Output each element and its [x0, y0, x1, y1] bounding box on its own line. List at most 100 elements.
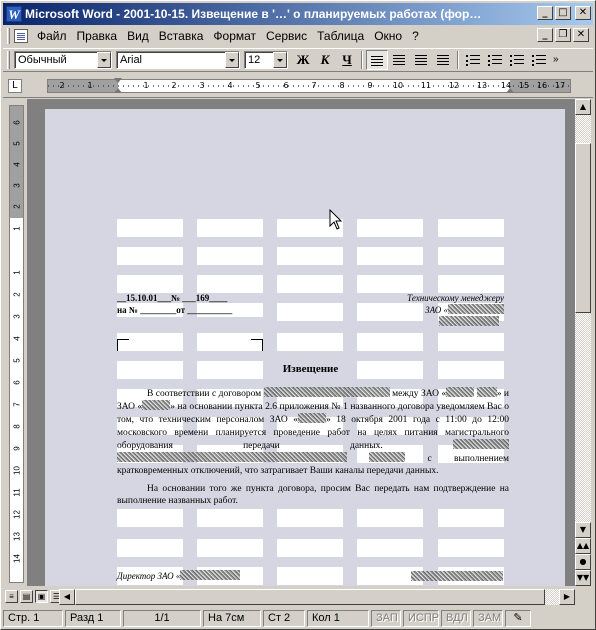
underline-button[interactable]: Ч [336, 50, 358, 70]
menu-help[interactable]: ? [407, 27, 424, 45]
status-column[interactable]: Кол 1 [307, 609, 369, 627]
vruler-tick: 12 [12, 510, 22, 519]
chevron-down-icon[interactable] [273, 52, 287, 68]
menu-file[interactable]: Файл [32, 27, 72, 45]
numbering-button[interactable] [462, 50, 484, 70]
web-layout-button[interactable]: ▤ [20, 590, 33, 603]
menu-edit[interactable]: Правка [72, 27, 123, 45]
document-area[interactable]: __15.10.01___№ ___169____ на № ________о… [27, 99, 575, 586]
scroll-left-button[interactable]: ◀ [59, 589, 75, 605]
status-extend-selection[interactable]: ВДЛ [441, 609, 471, 627]
first-line-indent-marker[interactable] [114, 78, 122, 83]
toolbar-overflow-icon[interactable]: » [550, 50, 562, 70]
print-layout-button[interactable]: ▣ [35, 590, 48, 603]
vertical-scrollbar[interactable]: ▲ ▼ ▲▲ ● ▼▼ [575, 99, 591, 586]
align-left-button[interactable] [366, 50, 388, 70]
ruler-tick: 17 [554, 81, 566, 90]
bullets-button[interactable] [484, 50, 506, 70]
redacted-recipient-name [439, 316, 499, 326]
status-page[interactable]: Стр. 1 [3, 609, 63, 627]
spelling-status-icon[interactable]: ✎ [505, 609, 531, 627]
decrease-indent-icon [510, 54, 524, 66]
status-track-changes[interactable]: ИСПР [403, 609, 439, 627]
ruler-tick: 1 [143, 81, 149, 90]
status-pages[interactable]: 1/1 [123, 609, 201, 627]
form-cell [117, 247, 183, 265]
form-cell [438, 333, 504, 351]
style-select[interactable]: Обычный [14, 51, 112, 69]
redacted-company-name [298, 413, 326, 424]
tab-selector[interactable]: L [8, 79, 22, 93]
form-cell [357, 539, 423, 557]
chevron-down-icon[interactable] [97, 52, 111, 68]
ruler-tick: 8 [339, 81, 345, 90]
increase-indent-button[interactable] [528, 50, 550, 70]
scroll-right-button[interactable]: ▶ [559, 589, 575, 605]
menubar-grip[interactable] [7, 28, 10, 44]
ruler-tick: 11 [420, 81, 432, 90]
status-record-macro[interactable]: ЗАП [371, 609, 401, 627]
status-position[interactable]: На 7см [203, 609, 261, 627]
status-section[interactable]: Разд 1 [65, 609, 121, 627]
bold-button[interactable]: Ж [292, 50, 314, 70]
form-cell [277, 303, 343, 321]
menu-view[interactable]: Вид [122, 27, 154, 45]
toolbar-grip[interactable] [7, 51, 10, 69]
minimize-button[interactable]: _ [537, 6, 553, 20]
chevron-down-icon[interactable] [225, 52, 239, 68]
form-cell [117, 509, 183, 527]
form-cell [438, 247, 504, 265]
document-page[interactable]: __15.10.01___№ ___169____ на № ________о… [45, 109, 565, 586]
menu-tools[interactable]: Сервис [261, 27, 312, 45]
notice-paragraph-2[interactable]: На основании того же пункта договора, пр… [117, 483, 509, 507]
doc-close-button[interactable]: ✕ [573, 28, 589, 42]
doc-restore-button[interactable]: ❐ [555, 28, 571, 42]
form-cell [357, 219, 423, 237]
font-size-value: 12 [248, 54, 261, 66]
font-select[interactable]: Arial [116, 51, 240, 69]
vruler-tick: 6 [12, 120, 22, 125]
form-cell [438, 509, 504, 527]
italic-button[interactable]: К [314, 50, 336, 70]
title-bar[interactable]: W Microsoft Word - 2001-10-15. Извещение… [3, 3, 593, 25]
justify-button[interactable] [432, 50, 454, 70]
redacted-company-name [448, 304, 504, 314]
mouse-pointer-icon [329, 209, 343, 230]
menu-table[interactable]: Таблица [312, 27, 369, 45]
word-app-icon[interactable]: W [6, 6, 22, 22]
horizontal-scrollbar[interactable]: ◀ ▶ [59, 589, 575, 605]
menu-insert[interactable]: Вставка [154, 27, 209, 45]
form-cell [277, 567, 343, 585]
increase-indent-icon [532, 54, 546, 66]
signature-line: Директор ЗАО « [117, 570, 241, 582]
next-page-button[interactable]: ▼▼ [575, 570, 591, 586]
font-size-select[interactable]: 12 [244, 51, 288, 69]
right-indent-marker[interactable] [506, 88, 514, 93]
select-browse-object-button[interactable]: ● [575, 554, 591, 570]
vertical-ruler[interactable]: 6 5 4 3 2 1 1 2 3 4 5 6 7 8 9 10 11 12 1… [9, 105, 24, 583]
maximize-button[interactable]: □ [555, 6, 571, 20]
signature-title: Директор ЗАО « [117, 571, 181, 581]
horizontal-ruler[interactable]: 2 1 1 2 3 4 5 6 7 8 9 10 11 12 13 14 15 … [47, 78, 571, 93]
doc-minimize-button[interactable]: _ [537, 28, 553, 42]
document-icon[interactable] [14, 29, 28, 43]
previous-page-button[interactable]: ▲▲ [575, 538, 591, 554]
scroll-down-button[interactable]: ▼ [575, 522, 591, 538]
normal-view-button[interactable]: ≡ [5, 590, 18, 603]
word-window: W Microsoft Word - 2001-10-15. Извещение… [0, 0, 596, 630]
status-overtype[interactable]: ЗАМ [473, 609, 503, 627]
align-center-button[interactable] [388, 50, 410, 70]
menu-format[interactable]: Формат [208, 27, 261, 45]
vruler-tick: 4 [12, 336, 22, 341]
horizontal-scroll-thumb[interactable] [75, 589, 545, 605]
decrease-indent-button[interactable] [506, 50, 528, 70]
align-right-button[interactable] [410, 50, 432, 70]
status-line[interactable]: Ст 2 [263, 609, 305, 627]
notice-paragraph-1[interactable]: В соответствии с договором между ЗАО « »… [117, 387, 509, 477]
close-button[interactable]: ✕ [575, 6, 591, 20]
hanging-indent-marker[interactable] [114, 88, 122, 93]
vertical-scroll-thumb[interactable] [575, 143, 591, 313]
scroll-up-button[interactable]: ▲ [575, 99, 591, 115]
form-cell [277, 247, 343, 265]
menu-window[interactable]: Окно [369, 27, 407, 45]
